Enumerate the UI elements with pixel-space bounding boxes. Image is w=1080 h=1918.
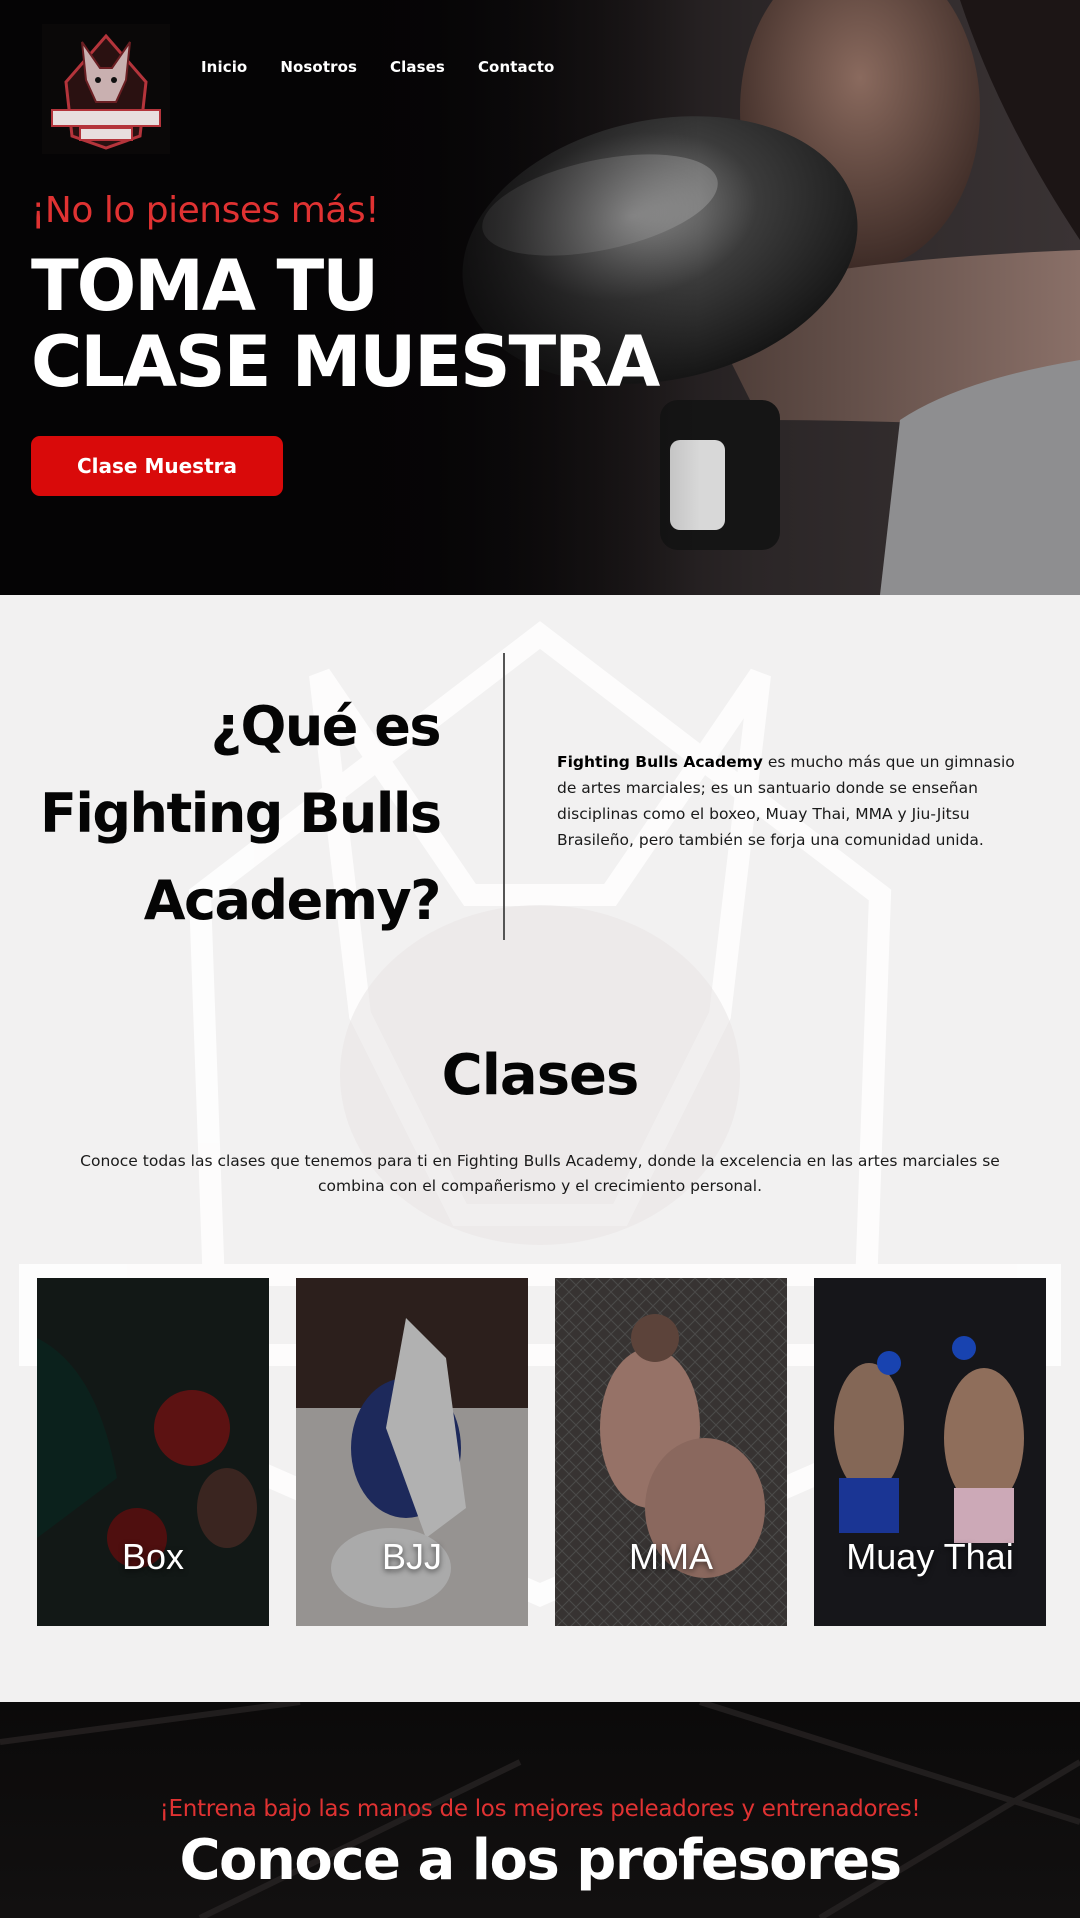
main-nav: Inicio Nosotros Clases Contacto — [201, 58, 554, 76]
nav-item-nosotros[interactable]: Nosotros — [280, 58, 357, 76]
about-divider — [503, 653, 505, 940]
fighting-bulls-logo[interactable] — [42, 24, 170, 154]
about-text-bold: Fighting Bulls Academy — [557, 753, 763, 771]
about-text: Fighting Bulls Academy es mucho más que … — [557, 749, 1027, 853]
hero-kicker: ¡No lo pienses más! — [31, 190, 380, 231]
about-title-line2: Fighting Bulls — [40, 782, 442, 845]
hero-section: Inicio Nosotros Clases Contacto ¡No lo p… — [0, 0, 1080, 595]
class-card-label-box: Box — [121, 1536, 185, 1577]
about-title: ¿Qué es Fighting Bulls Academy? — [40, 683, 442, 944]
nav-item-clases[interactable]: Clases — [390, 58, 445, 76]
class-card-label-bjj: BJJ — [381, 1536, 442, 1577]
about-title-line1: ¿Qué es — [210, 695, 442, 758]
class-card-muay-thai[interactable]: Muay Thai — [814, 1278, 1046, 1626]
hero-title-line1: TOMA TU — [31, 245, 379, 327]
hero-title-line2: CLASE MUESTRA — [31, 321, 660, 403]
class-card-mma[interactable]: MMA — [555, 1278, 787, 1626]
class-card-bjj[interactable]: BJJ — [296, 1278, 528, 1626]
profesores-section: ¡Entrena bajo las manos de los mejores p… — [0, 1702, 1080, 1918]
about-title-line3: Academy? — [143, 869, 442, 932]
clases-title: Clases — [441, 1043, 640, 1108]
hero-title: TOMA TU CLASE MUESTRA — [31, 245, 660, 403]
clases-description: Conoce todas las clases que tenemos para… — [80, 1152, 1000, 1195]
class-card-label-muay-thai: Muay Thai — [846, 1536, 1014, 1577]
clase-muestra-button[interactable]: Clase Muestra — [31, 436, 283, 496]
class-cards: Box BJJ MMA Muay Thai — [37, 1278, 1049, 1626]
nav-item-contacto[interactable]: Contacto — [478, 58, 554, 76]
profesores-kicker: ¡Entrena bajo las manos de los mejores p… — [159, 1796, 921, 1822]
about-clases-section: ¿Qué es Fighting Bulls Academy? Fighting… — [0, 595, 1080, 1702]
class-card-label-mma: MMA — [629, 1536, 713, 1577]
nav-item-inicio[interactable]: Inicio — [201, 58, 247, 76]
profesores-title: Conoce a los profesores — [179, 1828, 902, 1893]
class-card-box[interactable]: Box — [37, 1278, 269, 1626]
